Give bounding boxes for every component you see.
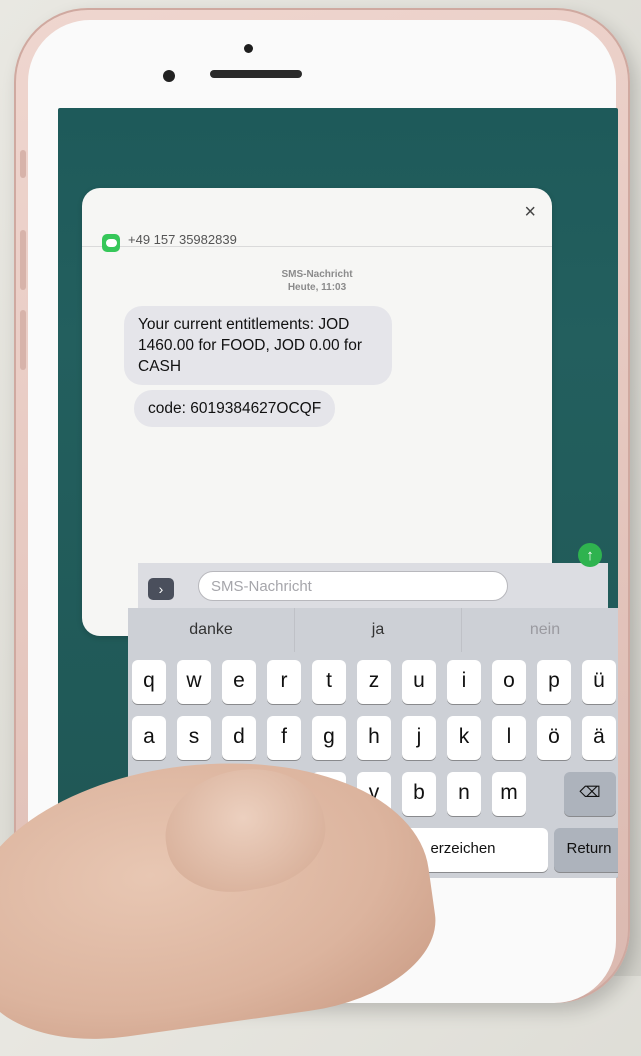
front-camera (163, 70, 175, 82)
messages-app-icon (102, 234, 120, 252)
send-arrow-icon[interactable]: ↑ (578, 543, 602, 567)
key-z[interactable]: z (357, 660, 391, 704)
sms-input[interactable] (198, 571, 508, 601)
key-g[interactable]: g (312, 716, 346, 760)
suggestion-bar: danke ja nein (128, 608, 618, 652)
key-e[interactable]: e (222, 660, 256, 704)
key-i[interactable]: i (447, 660, 481, 704)
mute-switch (20, 150, 26, 178)
apps-chevron-button[interactable]: › (148, 578, 174, 600)
earpiece (210, 70, 302, 78)
key-n[interactable]: n (447, 772, 481, 816)
key-h[interactable]: h (357, 716, 391, 760)
key-u[interactable]: u (402, 660, 436, 704)
key-t[interactable]: t (312, 660, 346, 704)
key-p[interactable]: p (537, 660, 571, 704)
key-ae[interactable]: ä (582, 716, 616, 760)
speech-bubble-icon (105, 239, 117, 247)
key-k[interactable]: k (447, 716, 481, 760)
key-ue[interactable]: ü (582, 660, 616, 704)
key-r[interactable]: r (267, 660, 301, 704)
volume-down-button (20, 310, 26, 370)
backspace-icon[interactable]: ⌫ (564, 772, 616, 816)
suggestion-danke[interactable]: danke (128, 608, 295, 652)
sender-number: +49 157 35982839 (128, 232, 237, 247)
suggestion-nein[interactable]: nein (462, 608, 618, 652)
volume-up-button (20, 230, 26, 290)
key-a[interactable]: a (132, 716, 166, 760)
key-q[interactable]: q (132, 660, 166, 704)
key-f[interactable]: f (267, 716, 301, 760)
key-j[interactable]: j (402, 716, 436, 760)
return-key[interactable]: Return (554, 828, 618, 872)
proximity-sensor (244, 44, 253, 53)
key-oe[interactable]: ö (537, 716, 571, 760)
suggestion-ja[interactable]: ja (295, 608, 462, 652)
channel-label: SMS-Nachricht (281, 269, 353, 280)
close-icon[interactable]: × (524, 202, 536, 222)
message-bubble: code: 6019384627OCQF (134, 390, 336, 427)
key-b[interactable]: b (402, 772, 436, 816)
timestamp: Heute, 11:03 (287, 282, 347, 293)
key-d[interactable]: d (222, 716, 256, 760)
key-m[interactable]: m (492, 772, 526, 816)
phone-screen: +49 157 35982839 × SMS-Nachricht Heute, … (58, 108, 618, 878)
key-w[interactable]: w (177, 660, 211, 704)
key-l[interactable]: l (492, 716, 526, 760)
key-s[interactable]: s (177, 716, 211, 760)
message-bubble: Your current entitlements: JOD 1460.00 f… (124, 306, 392, 385)
key-o[interactable]: o (492, 660, 526, 704)
message-meta: SMS-Nachricht Heute, 11:03 (82, 268, 552, 294)
